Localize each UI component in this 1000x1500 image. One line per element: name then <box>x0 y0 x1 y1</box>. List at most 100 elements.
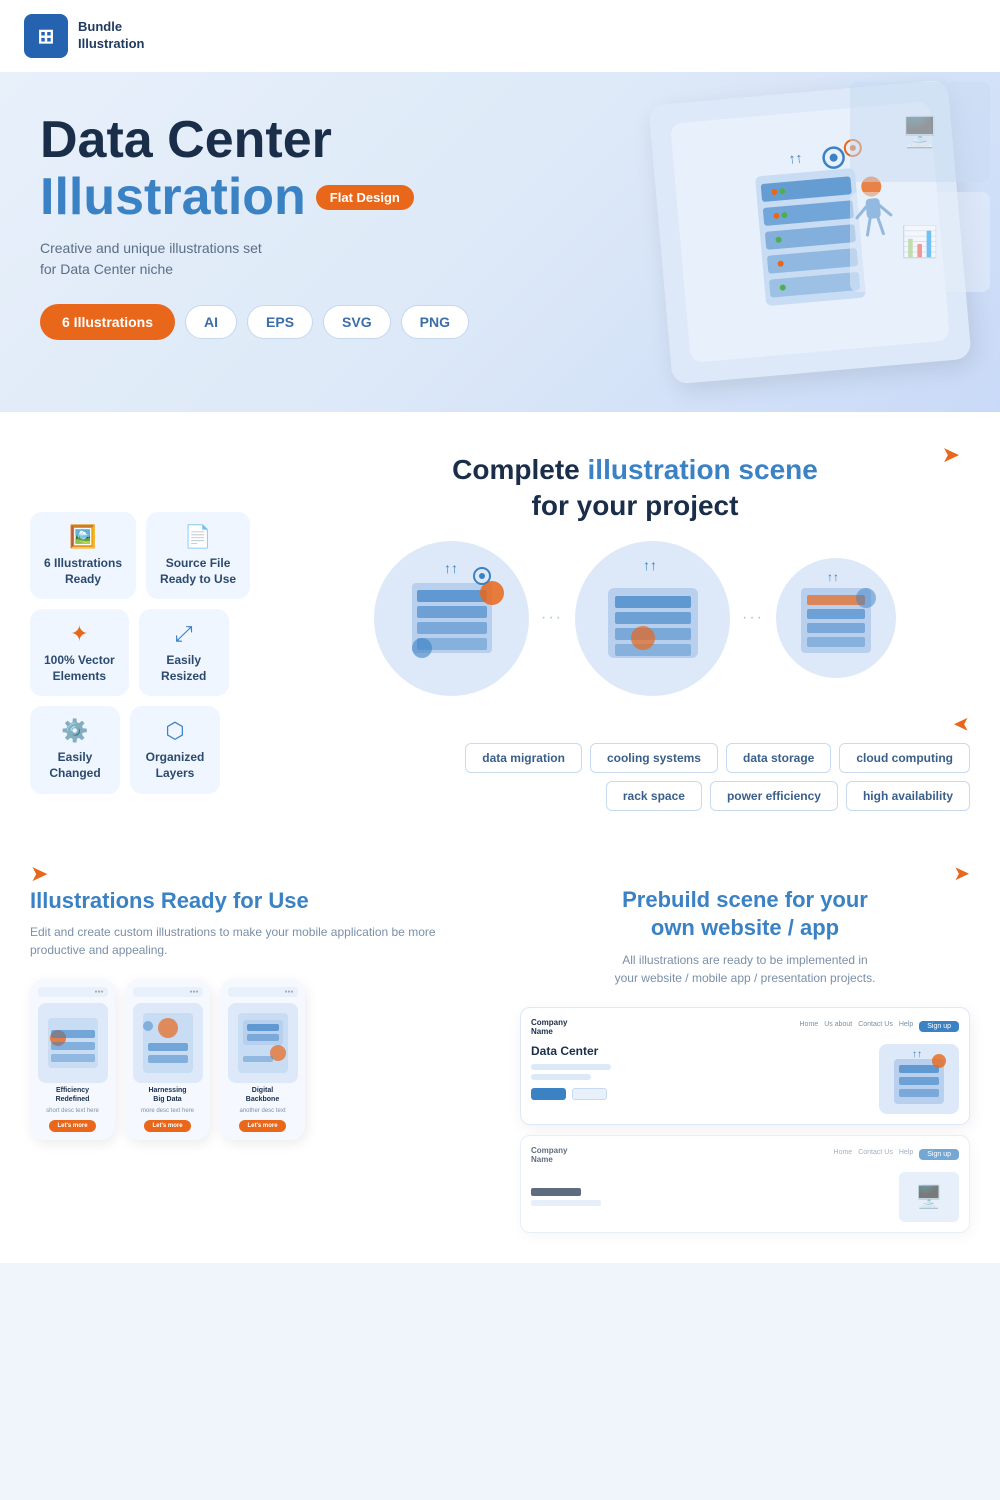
mockup-img-1 <box>38 1003 108 1083</box>
mockup-img-3 <box>228 1003 298 1083</box>
feature-card-layers: ⬡ OrganizedLayers <box>130 706 220 793</box>
feature-row-2: ✦ 100% VectorElements ⤢ EasilyResized <box>30 609 280 696</box>
prebuild-desc: All illustrations are ready to be implem… <box>520 951 970 987</box>
website2-signup-btn[interactable]: Sign up <box>919 1149 959 1160</box>
svg-text:↑↑: ↑↑ <box>827 570 839 584</box>
illustrations-section-title: Illustrations Ready for Use <box>30 887 480 916</box>
header: ⊞ Bundle Illustration <box>0 0 1000 72</box>
vector-icon: ✦ <box>70 621 88 647</box>
website-nav-links-2: Home Contact Us Help Sign up <box>834 1149 959 1160</box>
illustrations-title-colored: Ready for Use <box>161 888 309 913</box>
logo-box: ⊞ <box>24 14 68 58</box>
logo-icon: ⊞ <box>38 24 55 49</box>
mockup-btn-2[interactable]: Let's more <box>144 1120 190 1132</box>
dot-connector-2: ··· <box>742 609 764 627</box>
website2-text-area <box>531 1188 891 1206</box>
website-primary-btn[interactable] <box>531 1088 566 1100</box>
feature-card-illustrations: 🖼️ 6 IllustrationsReady <box>30 512 136 599</box>
feature-row-3: ⚙️ EasilyChanged ⬡ OrganizedLayers <box>30 706 280 793</box>
mockup-desc-1: short desc text here <box>46 1108 99 1114</box>
nav-link-home: Home <box>800 1021 819 1032</box>
tags-area: ➤ data migration cooling systems data st… <box>300 712 970 811</box>
feature-card-resized: ⤢ EasilyResized <box>139 609 229 696</box>
illustrations-icon: 🖼️ <box>69 524 96 550</box>
arrow-deco-left: ➤ <box>953 712 970 737</box>
feature-card-vector: ✦ 100% VectorElements <box>30 609 129 696</box>
website-nav: CompanyName Home Us about Contact Us Hel… <box>531 1018 959 1036</box>
mockup-btn-1[interactable]: Let's more <box>49 1120 95 1132</box>
feature-card-source: 📄 Source FileReady to Use <box>146 512 250 599</box>
resize-icon: ⤢ <box>175 621 193 647</box>
hero-content: Data Center Illustration Flat Design Cre… <box>40 112 540 370</box>
svg-text:↑↑: ↑↑ <box>912 1049 922 1060</box>
website2-title-bar <box>531 1188 581 1196</box>
tag-high-availability: high availability <box>846 781 970 811</box>
circle-svg-2: ↑↑ <box>583 548 723 688</box>
website-nav-2: CompanyName Home Contact Us Help Sign up <box>531 1146 959 1164</box>
dot-connector-1: ··· <box>541 609 563 627</box>
website-logo-text: CompanyName <box>531 1018 567 1036</box>
illustrations-col: ➤ Illustrations Ready for Use Edit and c… <box>30 851 480 1233</box>
website-hero-title: Data Center <box>531 1044 869 1058</box>
website-text-line-1 <box>531 1064 611 1070</box>
svg-text:↑↑: ↑↑ <box>643 557 657 573</box>
prebuild-arrow-row: ➤ <box>520 861 970 886</box>
prebuild-arrow-icon: ➤ <box>953 861 970 886</box>
scene-circle-1: ↑↑ <box>374 541 529 696</box>
website2-text-bar <box>531 1200 601 1206</box>
resized-label: EasilyResized <box>161 653 206 684</box>
send-arrow-icon: ➤ <box>30 861 48 887</box>
website2-hero-area: 🖥️ <box>531 1172 959 1222</box>
scene-title-part1: Complete <box>452 454 580 485</box>
hero-title: Data Center <box>40 112 540 169</box>
website-hero-illus: ↑↑ <box>879 1044 959 1114</box>
illustrations-title-row: ➤ <box>30 861 480 887</box>
mockup-desc-2: more desc text here <box>141 1108 194 1114</box>
mockup-title-3: DigitalBackbone <box>246 1087 279 1104</box>
format-tag-svg: SVG <box>323 305 391 339</box>
layers-label: OrganizedLayers <box>146 750 205 781</box>
mockup-svg-1 <box>43 1008 103 1078</box>
format-tags: 6 Illustrations AI EPS SVG PNG <box>40 304 540 370</box>
tag-cloud-computing: cloud computing <box>839 743 970 773</box>
illustrations-count-tag: 6 Illustrations <box>40 304 175 340</box>
feature-row-1: 🖼️ 6 IllustrationsReady 📄 Source FileRea… <box>30 512 280 599</box>
format-tag-eps: EPS <box>247 305 313 339</box>
tag-cooling-systems: cooling systems <box>590 743 718 773</box>
website-cta-btns <box>531 1088 869 1100</box>
mockup-svg-2 <box>138 1008 198 1078</box>
website-mockup-2: CompanyName Home Contact Us Help Sign up… <box>520 1135 970 1233</box>
topic-tags-row2: rack space power efficiency high availab… <box>300 781 970 811</box>
website2-illus: 🖥️ <box>899 1172 959 1222</box>
website-mockup: CompanyName Home Us about Contact Us Hel… <box>520 1007 970 1125</box>
svg-text:↑↑: ↑↑ <box>444 560 458 576</box>
source-icon: 📄 <box>184 524 211 550</box>
feature-card-changed: ⚙️ EasilyChanged <box>30 706 120 793</box>
two-col-layout: ➤ Illustrations Ready for Use Edit and c… <box>30 851 970 1233</box>
scene-title-part2: illustration scene <box>588 454 818 485</box>
website-logo-2: CompanyName <box>531 1146 567 1164</box>
mockup-btn-3[interactable]: Let's more <box>239 1120 285 1132</box>
scene-title-part3: for your project <box>532 490 739 521</box>
mockup-desc-3: another desc text <box>239 1108 285 1114</box>
website-hero-area: Data Center <box>531 1044 959 1114</box>
website-text-line-2 <box>531 1074 591 1080</box>
circle-svg-3: ↑↑ <box>781 563 891 673</box>
scene-title: Complete illustration scene for your pro… <box>300 452 970 525</box>
mockup-card-1: ●●● EfficiencyRedefined short desc text … <box>30 979 115 1140</box>
website-illus-svg: ↑↑ <box>884 1049 954 1109</box>
layers-icon: ⬡ <box>165 718 184 744</box>
scene-circle-2: ↑↑ <box>575 541 730 696</box>
website-signup-btn[interactable]: Sign up <box>919 1021 959 1032</box>
prebuild-title: Prebuild scene for yourown website / app <box>520 886 970 943</box>
scene-circle-3: ↑↑ <box>776 558 896 678</box>
format-tag-ai: AI <box>185 305 237 339</box>
hero-section: Data Center Illustration Flat Design Cre… <box>0 72 1000 412</box>
website-secondary-btn[interactable] <box>572 1088 607 1100</box>
arrow-deco-top: ➤ <box>942 442 960 468</box>
mockup-card-2: ●●● HarnessingBig Data more desc text he… <box>125 979 210 1140</box>
format-tag-png: PNG <box>401 305 469 339</box>
website-logo: CompanyName <box>531 1018 567 1036</box>
feature-cards-column: 🖼️ 6 IllustrationsReady 📄 Source FileRea… <box>30 452 280 794</box>
vector-label: 100% VectorElements <box>44 653 115 684</box>
